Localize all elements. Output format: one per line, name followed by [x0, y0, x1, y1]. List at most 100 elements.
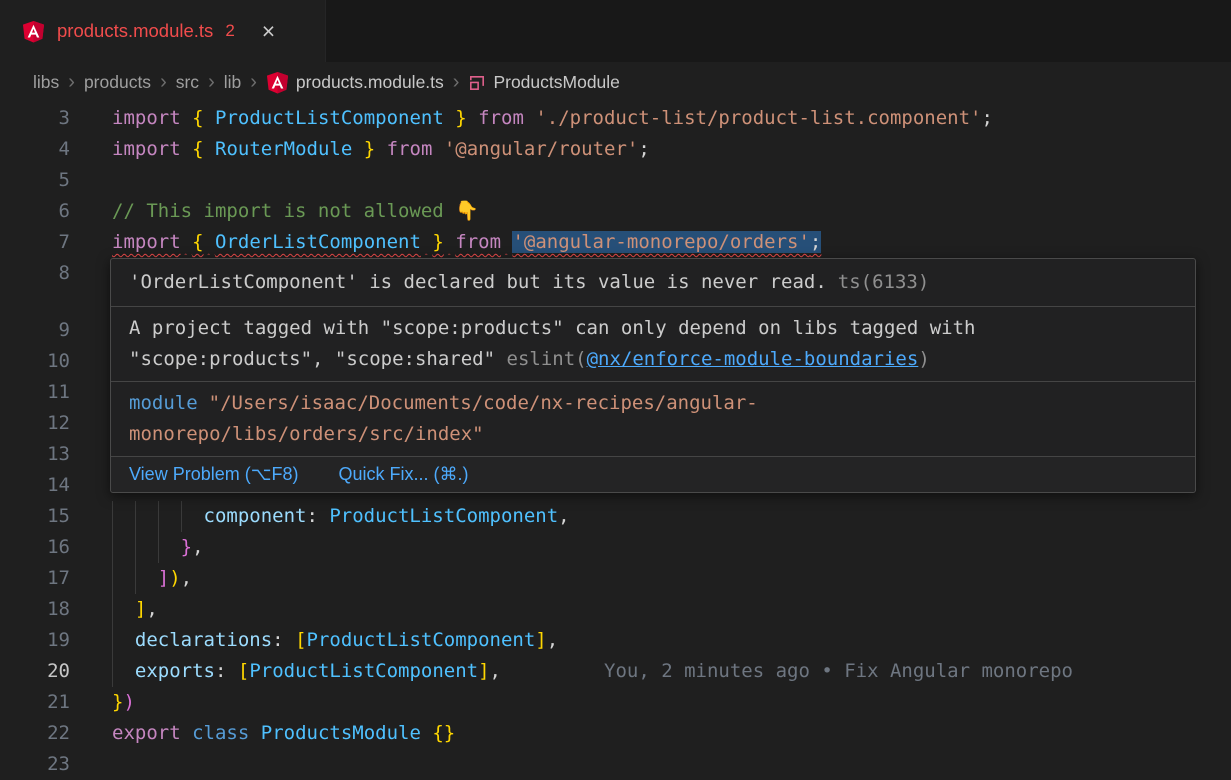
code-line-content: })	[70, 687, 1231, 718]
code-line-19[interactable]: 19 declarations: [ProductListComponent],	[0, 625, 1231, 656]
indent-guide	[158, 532, 159, 563]
breadcrumb-item-lib[interactable]: lib	[224, 72, 242, 93]
code-line-3[interactable]: 3import { ProductListComponent } from '.…	[0, 103, 1231, 134]
code-line-21[interactable]: 21})	[0, 687, 1231, 718]
breadcrumb-label: lib	[224, 72, 242, 93]
code-line-23[interactable]: 23	[0, 749, 1231, 780]
code-line-content: import { RouterModule } from '@angular/r…	[70, 134, 1231, 165]
ts-diagnostic-message: 'OrderListComponent' is declared but its…	[129, 271, 827, 293]
code-line-18[interactable]: 18 ],	[0, 594, 1231, 625]
breadcrumb-label: libs	[33, 72, 59, 93]
breadcrumb-item-productsmodule[interactable]: ProductsModule	[468, 72, 619, 93]
code-line-content: ],	[70, 594, 1231, 625]
indent-guide	[112, 563, 113, 594]
git-blame-annotation: You, 2 minutes ago • Fix Angular monorep…	[604, 660, 1073, 682]
code-line-20[interactable]: 20 exports: [ProductListComponent],You, …	[0, 656, 1231, 687]
line-number[interactable]: 15	[0, 501, 70, 532]
angular-icon	[22, 19, 46, 43]
eslint-source-close: )	[918, 348, 929, 370]
line-number[interactable]: 8	[0, 258, 70, 289]
eslint-message-line1: A project tagged with "scope:products" c…	[129, 313, 1177, 344]
quick-fix-action[interactable]: Quick Fix... (⌘.)	[338, 464, 468, 485]
hover-actions-bar: View Problem (⌥F8) Quick Fix... (⌘.)	[111, 456, 1195, 492]
eslint-message-line2-text: "scope:products", "scope:shared"	[129, 348, 507, 370]
code-line-5[interactable]: 5	[0, 165, 1231, 196]
line-number[interactable]: 11	[0, 377, 70, 408]
indent-guide	[112, 625, 113, 656]
code-line-content: import { OrderListComponent } from '@ang…	[70, 227, 1231, 258]
line-number[interactable]: 16	[0, 532, 70, 563]
line-number[interactable]: 18	[0, 594, 70, 625]
problem-hover-popup: 'OrderListComponent' is declared but its…	[110, 258, 1196, 493]
indent-guide	[135, 501, 136, 532]
breadcrumb-separator: ›	[208, 71, 215, 94]
code-line-content	[70, 749, 1231, 780]
code-line-6[interactable]: 6// This import is not allowed 👇	[0, 196, 1231, 227]
code-line-15[interactable]: 15 component: ProductListComponent,	[0, 501, 1231, 532]
code-line-content: import { ProductListComponent } from './…	[70, 103, 1231, 134]
line-number[interactable]: 4	[0, 134, 70, 165]
line-number[interactable]: 10	[0, 346, 70, 377]
code-line-content: exports: [ProductListComponent],You, 2 m…	[70, 656, 1231, 687]
breadcrumb-separator: ›	[453, 71, 460, 94]
editor-tab-products-module[interactable]: products.module.ts 2 ×	[0, 0, 326, 62]
breadcrumb-item-src[interactable]: src	[176, 72, 199, 93]
module-path: "/Users/isaac/Documents/code/nx-recipes/…	[129, 392, 758, 445]
code-line-4[interactable]: 4import { RouterModule } from '@angular/…	[0, 134, 1231, 165]
breadcrumb-separator: ›	[160, 71, 167, 94]
line-number[interactable]: 5	[0, 165, 70, 196]
line-number[interactable]: 12	[0, 408, 70, 439]
indent-guide	[158, 501, 159, 532]
indent-guide	[112, 594, 113, 625]
angular-logo-icon	[266, 71, 289, 94]
code-line-content: // This import is not allowed 👇	[70, 196, 1231, 227]
hover-ts-diagnostic: 'OrderListComponent' is declared but its…	[111, 259, 1195, 306]
eslint-source-open: eslint(	[507, 348, 587, 370]
line-number[interactable]: 19	[0, 625, 70, 656]
tab-filename: products.module.ts	[57, 20, 213, 42]
line-number[interactable]: 20	[0, 656, 70, 687]
line-number[interactable]: 3	[0, 103, 70, 134]
close-icon[interactable]: ×	[262, 20, 275, 43]
code-line-content	[70, 165, 1231, 196]
line-number[interactable]: 17	[0, 563, 70, 594]
line-number[interactable]: 7	[0, 227, 70, 258]
line-number[interactable]: 13	[0, 439, 70, 470]
breadcrumb-label: src	[176, 72, 199, 93]
tab-problem-count-badge: 2	[225, 21, 234, 41]
code-line-content: declarations: [ProductListComponent],	[70, 625, 1231, 656]
hover-module-info: module"/Users/isaac/Documents/code/nx-re…	[111, 382, 1195, 456]
view-problem-action[interactable]: View Problem (⌥F8)	[129, 464, 298, 485]
code-line-content: ]),	[70, 563, 1231, 594]
breadcrumb-item-products-module-ts[interactable]: products.module.ts	[266, 71, 444, 94]
indent-guide	[181, 501, 182, 532]
line-number[interactable]: 21	[0, 687, 70, 718]
line-number[interactable]: 23	[0, 749, 70, 780]
eslint-message-line2: "scope:products", "scope:shared" eslint(…	[129, 344, 1177, 375]
breadcrumb-item-libs[interactable]: libs	[33, 72, 59, 93]
indent-guide	[112, 656, 113, 687]
code-line-content: },	[70, 532, 1231, 563]
code-line-17[interactable]: 17 ]),	[0, 563, 1231, 594]
eslint-rule-link[interactable]: @nx/enforce-module-boundaries	[587, 348, 919, 370]
ts-diagnostic-code: ts(6133)	[838, 271, 930, 293]
line-number[interactable]: 9	[0, 315, 70, 346]
breadcrumb: libs › products › src › lib › products.module.ts…	[0, 62, 1231, 103]
breadcrumb-item-products[interactable]: products	[84, 72, 151, 93]
breadcrumb-separator: ›	[250, 71, 257, 94]
code-line-7[interactable]: 7 import { OrderListComponent } from '@an…	[0, 227, 1231, 258]
class-symbol-icon	[468, 74, 486, 92]
code-line-16[interactable]: 16 },	[0, 532, 1231, 563]
error-squiggle: import { OrderListComponent } from '@ang…	[112, 231, 821, 253]
line-number[interactable]: 6	[0, 196, 70, 227]
indent-guide	[112, 501, 113, 532]
line-number[interactable]: 22	[0, 718, 70, 749]
breadcrumb-separator: ›	[68, 71, 75, 94]
code-line-content: component: ProductListComponent,	[70, 501, 1231, 532]
hover-eslint-diagnostic: A project tagged with "scope:products" c…	[111, 307, 1195, 381]
code-line-22[interactable]: 22export class ProductsModule {}	[0, 718, 1231, 749]
indent-guide	[135, 563, 136, 594]
tab-bar: products.module.ts 2 ×	[0, 0, 1231, 62]
breadcrumb-label: ProductsModule	[493, 72, 619, 93]
line-number[interactable]: 14	[0, 470, 70, 501]
